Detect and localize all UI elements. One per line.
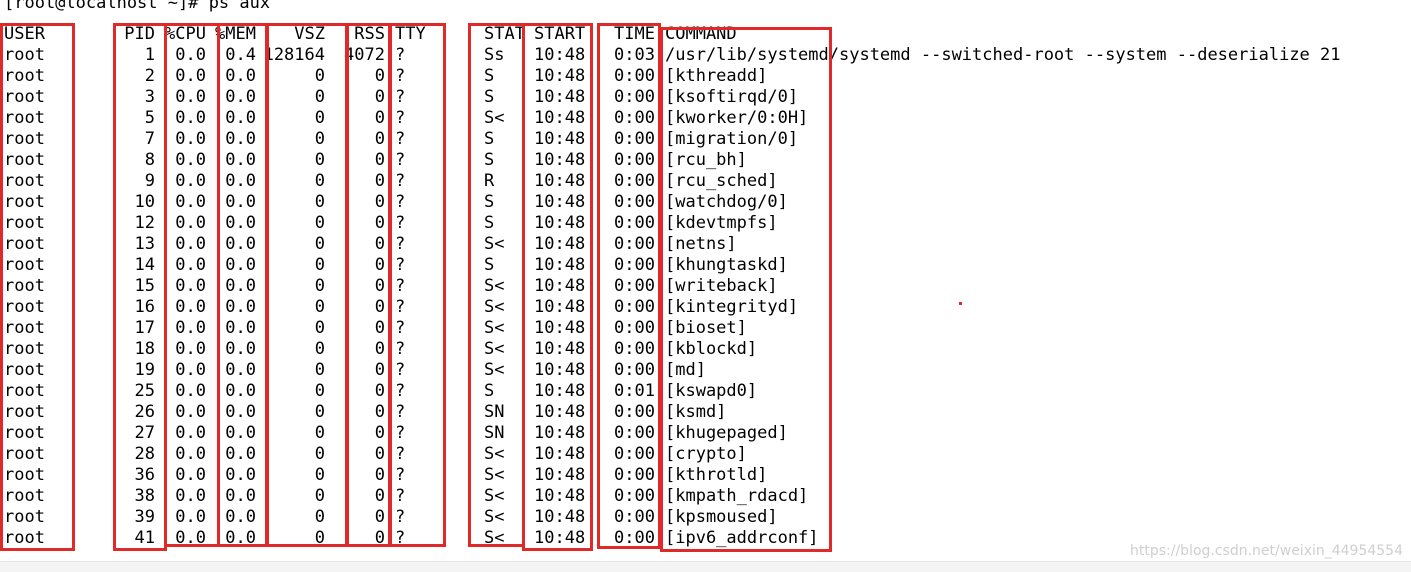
highlight-vsz	[266, 23, 348, 547]
watermark: https://blog.csdn.net/weixin_44954554	[1129, 543, 1403, 559]
highlight-mem	[217, 23, 268, 547]
highlight-tty	[389, 23, 446, 547]
highlight-start	[522, 23, 593, 551]
highlight-command	[660, 27, 832, 552]
stray-red-mark	[959, 302, 962, 305]
shell-prompt: [root@localhost ~]# ps aux	[4, 0, 271, 13]
highlight-user	[0, 23, 75, 551]
highlight-time	[597, 23, 661, 549]
highlight-stat	[468, 23, 525, 547]
bottom-bar	[0, 561, 1411, 572]
highlight-cpu	[164, 23, 220, 547]
highlight-pid	[113, 23, 167, 551]
highlight-rss	[346, 23, 391, 547]
